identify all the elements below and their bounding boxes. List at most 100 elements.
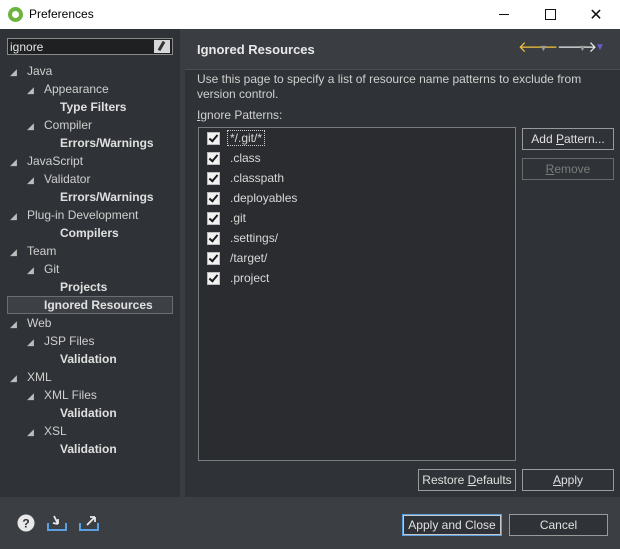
pattern-row[interactable]: .deployables <box>207 189 299 207</box>
expand-arrow-icon[interactable]: ◢ <box>27 387 37 405</box>
pattern-checkbox[interactable] <box>207 131 220 145</box>
tree-item[interactable]: ◢ Validator <box>27 170 90 188</box>
expand-arrow-icon[interactable]: ◢ <box>10 207 20 225</box>
ignore-patterns-list[interactable]: */.git/* .class .classpath .deployables .git… <box>198 127 516 461</box>
pattern-checkbox[interactable] <box>207 151 220 165</box>
apply-and-close-button[interactable]: Apply and Close <box>402 514 502 536</box>
export-icon[interactable] <box>77 513 101 533</box>
pattern-row[interactable]: /target/ <box>207 249 269 267</box>
expand-arrow-icon[interactable]: ◢ <box>27 423 37 441</box>
import-icon[interactable] <box>45 513 69 533</box>
pattern-checkbox[interactable] <box>207 211 220 225</box>
tree-item-label: Team <box>27 244 57 258</box>
tree-item[interactable]: ◢ Java <box>10 62 52 80</box>
preferences-tree-pane: ◢ Java ◢ Appearance Type Filters ◢ Compiler Err… <box>0 29 180 497</box>
maximize-button[interactable] <box>527 0 573 29</box>
remove-label: Remove <box>545 162 591 176</box>
close-button[interactable]: ✕ <box>573 0 619 29</box>
pattern-row[interactable]: .settings/ <box>207 229 280 247</box>
tree-item[interactable]: ◢ XML <box>10 368 52 386</box>
pattern-checkbox[interactable] <box>207 231 220 245</box>
pattern-text: .git <box>230 211 247 225</box>
tree-item[interactable]: ◢ Plug-in Development <box>10 206 138 224</box>
pattern-row[interactable]: */.git/* <box>207 129 266 147</box>
tree-item-label: JSP Files <box>44 334 95 348</box>
close-icon: ✕ <box>589 6 603 24</box>
pattern-text: .settings/ <box>230 231 279 245</box>
pattern-row[interactable]: .classpath <box>207 169 286 187</box>
tree-item[interactable]: ◢ JSP Files <box>27 332 94 350</box>
tree-item[interactable]: ◢ Compiler <box>27 116 92 134</box>
expand-arrow-icon[interactable]: ◢ <box>27 171 37 189</box>
tree-item-label: Java <box>27 64 53 78</box>
add-pattern-button[interactable]: Add Pattern... <box>522 128 614 150</box>
tree-item[interactable]: ◢ XML Files <box>27 386 97 404</box>
ignore-patterns-label: Ignore Patterns: <box>197 108 283 122</box>
pattern-text: .class <box>230 151 261 165</box>
expand-arrow-icon[interactable]: ◢ <box>27 261 37 279</box>
restore-defaults-button[interactable]: Restore Defaults <box>418 469 516 491</box>
pattern-checkbox[interactable] <box>207 191 220 205</box>
forward-menu-chevron-icon[interactable]: ▼ <box>578 40 587 56</box>
add-pattern-label: Add Pattern... <box>531 132 605 146</box>
expand-arrow-icon[interactable]: ◢ <box>10 369 20 387</box>
apply-button[interactable]: Apply <box>522 469 614 491</box>
tree-item[interactable]: ◢ Web <box>10 314 51 332</box>
filter-input[interactable] <box>10 39 150 54</box>
pattern-row[interactable]: .class <box>207 149 263 167</box>
pattern-text: /target/ <box>230 251 268 265</box>
pattern-row[interactable]: .git <box>207 209 248 227</box>
tree-item-label: Type Filters <box>60 100 127 114</box>
page-description: Use this page to specify a list of resou… <box>197 72 582 101</box>
pattern-checkbox[interactable] <box>207 251 220 265</box>
tree-item[interactable]: Ignored Resources <box>7 296 173 314</box>
tree-item[interactable]: ◢ XSL <box>27 422 67 440</box>
tree-item-label: Validation <box>60 352 117 366</box>
minimize-button[interactable] <box>481 0 527 29</box>
tree-item-label: XML Files <box>44 388 97 402</box>
tree-item-label: Errors/Warnings <box>60 136 154 150</box>
tree-item-label: Git <box>44 262 60 276</box>
tree-item[interactable]: Validation <box>60 350 117 368</box>
tree-item[interactable]: Validation <box>60 440 117 458</box>
remove-button[interactable]: Remove <box>522 158 614 180</box>
expand-arrow-icon[interactable]: ◢ <box>27 117 37 135</box>
expand-arrow-icon[interactable]: ◢ <box>10 63 20 81</box>
tree-item[interactable]: Validation <box>60 404 117 422</box>
expand-arrow-icon[interactable]: ◢ <box>10 315 20 333</box>
tree-item-label: XSL <box>44 424 67 438</box>
tree-item[interactable]: Errors/Warnings <box>60 134 154 152</box>
tree-item[interactable]: ◢ Team <box>10 242 56 260</box>
cancel-button[interactable]: Cancel <box>509 514 608 536</box>
tree-item[interactable]: ◢ JavaScript <box>10 152 83 170</box>
tree-item[interactable]: ◢ Appearance <box>27 80 109 98</box>
tree-item-label: Errors/Warnings <box>60 190 154 204</box>
tree-item[interactable]: Compilers <box>60 224 119 242</box>
pattern-checkbox[interactable] <box>207 271 220 285</box>
tree-item[interactable]: Type Filters <box>60 98 126 116</box>
tree-item[interactable]: ◢ Git <box>27 260 59 278</box>
tree-item-label: Validation <box>60 442 117 456</box>
title-bar: Preferences ✕ <box>0 0 620 29</box>
pattern-checkbox[interactable] <box>207 171 220 185</box>
expand-arrow-icon[interactable]: ◢ <box>27 333 37 351</box>
clear-filter-icon[interactable] <box>154 40 170 53</box>
expand-arrow-icon[interactable]: ◢ <box>10 153 20 171</box>
tree-item-label: Validator <box>44 172 91 186</box>
expand-arrow-icon[interactable]: ◢ <box>10 243 20 261</box>
tree-item[interactable]: Errors/Warnings <box>60 188 154 206</box>
expand-arrow-icon[interactable]: ◢ <box>27 81 37 99</box>
pattern-row[interactable]: .project <box>207 269 271 287</box>
tree-item-label: Ignored Resources <box>44 298 153 312</box>
filter-field[interactable] <box>7 38 173 55</box>
restore-defaults-label: Restore Defaults <box>422 473 512 487</box>
pattern-text: */.git/* <box>226 130 266 146</box>
dialog-footer: ? Apply and Close Cancel <box>0 497 620 549</box>
view-menu-icon[interactable]: ▼ <box>595 40 605 56</box>
help-icon[interactable]: ? <box>16 513 36 533</box>
tree-item-label: Web <box>27 316 52 330</box>
tree-item[interactable]: Projects <box>60 278 107 296</box>
back-menu-chevron-icon[interactable]: ▼ <box>539 40 548 56</box>
page-title: Ignored Resources <box>197 42 315 57</box>
minimize-icon <box>499 14 509 15</box>
